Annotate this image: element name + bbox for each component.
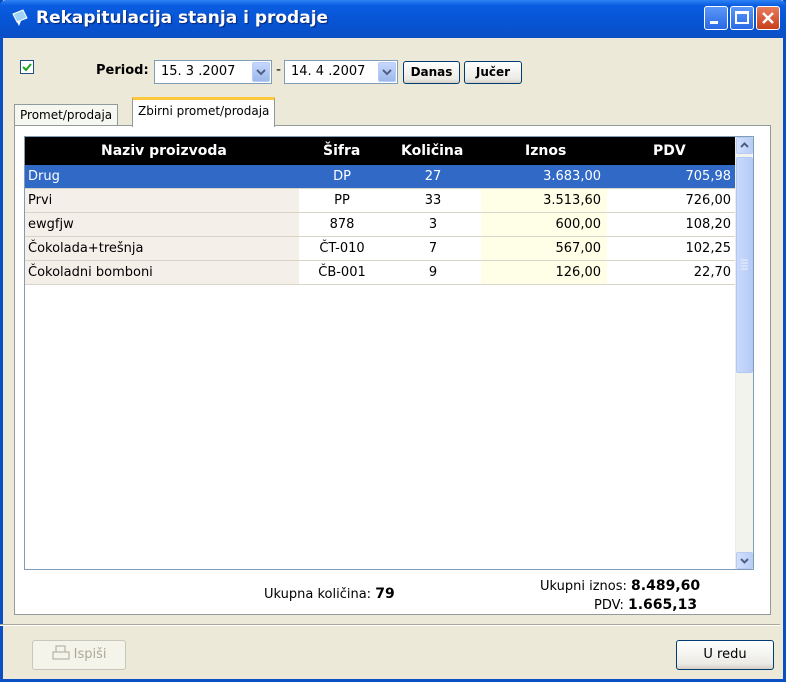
cell-iznos: 3.513,60 (481, 189, 607, 213)
cell-kolicina: 27 (385, 165, 481, 189)
cell-naziv: ewgfjw (25, 213, 299, 237)
scroll-up-button[interactable] (736, 137, 753, 154)
cell-naziv: Drug (25, 165, 299, 189)
cell-kolicina: 33 (385, 189, 481, 213)
grip-icon (741, 259, 748, 270)
minimize-icon (710, 21, 718, 24)
total-quantity: Ukupna količina: 79 (264, 586, 395, 602)
cell-kolicina: 3 (385, 213, 481, 237)
data-grid[interactable]: Naziv proizvoda Šifra Količina Iznos PDV… (24, 136, 754, 570)
date-from-dropdown-button[interactable] (252, 62, 270, 82)
cell-sifra: ČT-010 (299, 237, 385, 261)
minimize-button[interactable] (704, 6, 728, 30)
chevron-down-icon (740, 558, 749, 564)
vertical-scrollbar[interactable] (735, 137, 753, 569)
cell-sifra: 878 (299, 213, 385, 237)
print-button[interactable]: Ispiši (32, 640, 126, 670)
tab-zbirni-promet-prodaja[interactable]: Zbirni promet/prodaja (132, 97, 276, 127)
scroll-down-button[interactable] (736, 552, 753, 569)
cell-kolicina: 7 (385, 237, 481, 261)
grid-header: Naziv proizvoda Šifra Količina Iznos PDV (25, 137, 753, 165)
date-from-picker[interactable]: 15. 3 .2007 (154, 60, 272, 84)
chevron-down-icon (256, 69, 266, 76)
table-row[interactable]: ewgfjw 878 3 600,00 108,20 (25, 213, 753, 237)
maximize-button[interactable] (730, 6, 754, 30)
cell-naziv: Prvi (25, 189, 299, 213)
total-vat-value: 1.665,13 (627, 597, 698, 613)
column-header-pdv[interactable]: PDV (653, 137, 686, 165)
close-icon (762, 12, 774, 24)
cell-naziv: Čokolada+trešnja (25, 237, 299, 261)
total-vat: PDV: 1.665,13 (594, 597, 697, 613)
column-header-naziv[interactable]: Naziv proizvoda (101, 137, 227, 165)
total-quantity-value: 79 (375, 586, 395, 602)
cell-sifra: ČB-001 (299, 261, 385, 285)
cell-sifra: PP (299, 189, 385, 213)
cell-pdv: 102,25 (607, 237, 737, 261)
printer-icon (52, 645, 69, 660)
cell-pdv: 108,20 (607, 213, 737, 237)
date-to-value: 14. 4 .2007 (291, 64, 366, 79)
period-checkbox[interactable] (20, 60, 34, 74)
cell-iznos: 126,00 (481, 261, 607, 285)
column-header-kolicina[interactable]: Količina (401, 137, 463, 165)
cell-pdv: 705,98 (607, 165, 737, 189)
cell-pdv: 22,70 (607, 261, 737, 285)
window-title: Rekapitulacija stanja i prodaje (36, 8, 329, 28)
print-button-label: Ispiši (73, 647, 107, 662)
total-quantity-label: Ukupna količina: (264, 587, 372, 602)
maximize-icon (735, 11, 749, 24)
app-icon (12, 9, 28, 26)
cell-iznos: 600,00 (481, 213, 607, 237)
cell-iznos: 3.683,00 (481, 165, 607, 189)
footer-divider (0, 624, 780, 626)
title-bar[interactable]: Rekapitulacija stanja i prodaje (0, 0, 786, 38)
table-row[interactable]: Čokolada+trešnja ČT-010 7 567,00 102,25 (25, 237, 753, 261)
cell-iznos: 567,00 (481, 237, 607, 261)
table-row[interactable]: Prvi PP 33 3.513,60 726,00 (25, 189, 753, 213)
cell-naziv: Čokoladni bomboni (25, 261, 299, 285)
cell-sifra: DP (299, 165, 385, 189)
column-header-sifra[interactable]: Šifra (323, 137, 360, 165)
total-vat-label: PDV: (594, 598, 624, 613)
ok-button[interactable]: U redu (676, 640, 774, 670)
cell-kolicina: 9 (385, 261, 481, 285)
date-to-picker[interactable]: 14. 4 .2007 (284, 60, 398, 84)
checkmark-icon (22, 63, 32, 72)
period-label: Period: (96, 63, 149, 78)
table-row[interactable]: Čokoladni bomboni ČB-001 9 126,00 22,70 (25, 261, 753, 285)
date-from-value: 15. 3 .2007 (161, 64, 236, 79)
total-amount-value: 8.489,60 (631, 578, 701, 594)
cell-pdv: 726,00 (607, 189, 737, 213)
close-button[interactable] (756, 6, 780, 30)
table-row[interactable]: Drug DP 27 3.683,00 705,98 (25, 165, 753, 189)
column-header-iznos[interactable]: Iznos (525, 137, 566, 165)
tab-promet-prodaja[interactable]: Promet/prodaja (14, 104, 119, 126)
scroll-thumb[interactable] (736, 157, 753, 373)
chevron-down-icon (382, 69, 392, 76)
date-separator: - (276, 62, 282, 78)
total-amount-label: Ukupni iznos: (540, 579, 627, 594)
today-button[interactable]: Danas (403, 61, 460, 84)
chevron-up-icon (740, 142, 749, 148)
total-amount: Ukupni iznos: 8.489,60 (540, 578, 700, 594)
date-to-dropdown-button[interactable] (378, 62, 396, 82)
yesterday-button[interactable]: Jučer (464, 61, 522, 84)
